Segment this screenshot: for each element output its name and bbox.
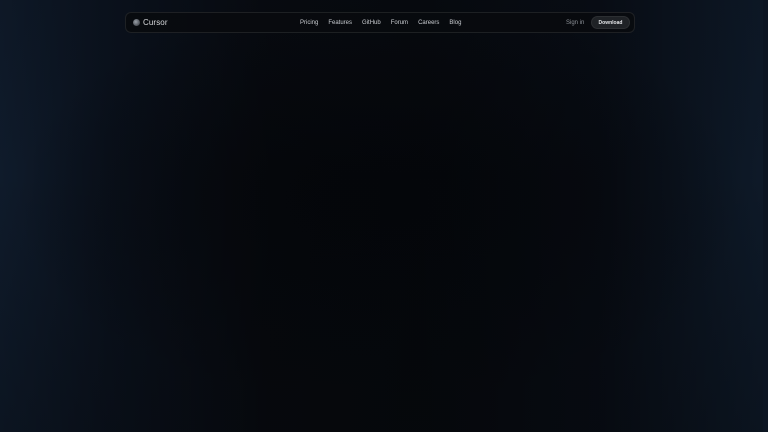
nav-links: Pricing Features GitHub Forum Careers Bl… [300,13,461,32]
nav-link-github[interactable]: GitHub [362,20,381,26]
page-scrollbar[interactable] [763,0,768,432]
sign-in-link[interactable]: Sign in [566,13,584,32]
nav-link-forum[interactable]: Forum [391,20,408,26]
download-button[interactable]: Download [591,16,630,29]
cursor-logo-icon [133,19,140,26]
nav-link-pricing[interactable]: Pricing [300,20,318,26]
brand-name: Cursor [143,18,168,27]
page-background [0,0,768,432]
nav-link-careers[interactable]: Careers [418,20,439,26]
brand-link[interactable]: Cursor [133,13,168,32]
nav-link-blog[interactable]: Blog [449,20,461,26]
top-navbar: Cursor Pricing Features GitHub Forum Car… [125,12,635,33]
nav-link-features[interactable]: Features [328,20,352,26]
